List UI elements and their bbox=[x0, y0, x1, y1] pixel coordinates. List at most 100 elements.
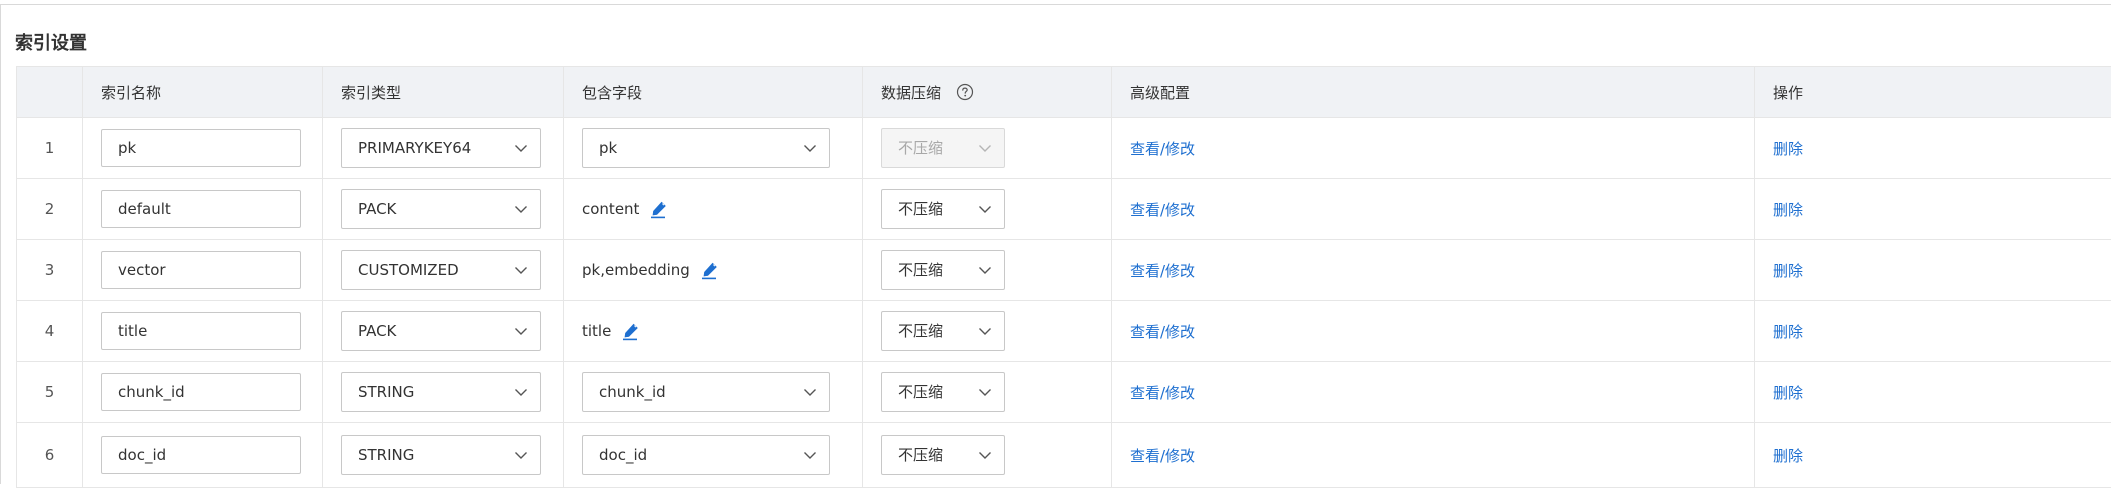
chevron-down-icon bbox=[514, 385, 528, 399]
index-type-value: PACK bbox=[358, 322, 396, 340]
compression-cell: 不压缩 bbox=[863, 118, 1112, 179]
index-type-value: STRING bbox=[358, 446, 414, 464]
index-type-cell: PACK bbox=[323, 301, 564, 362]
view-edit-link[interactable]: 查看/修改 bbox=[1130, 201, 1195, 219]
delete-link[interactable]: 删除 bbox=[1773, 384, 1803, 402]
index-name-input[interactable] bbox=[101, 129, 301, 167]
advanced-cell: 查看/修改 bbox=[1112, 118, 1755, 179]
actions-cell: 删除 bbox=[1755, 423, 2111, 488]
compression-select[interactable]: 不压缩 bbox=[881, 189, 1005, 229]
index-name-input[interactable] bbox=[101, 312, 301, 350]
fields-cell: chunk_id bbox=[564, 362, 863, 423]
actions-cell: 删除 bbox=[1755, 118, 2111, 179]
advanced-cell: 查看/修改 bbox=[1112, 423, 1755, 488]
index-type-select[interactable]: PACK bbox=[341, 311, 541, 351]
index-table: 索引名称 索引类型 包含字段 数据压缩 高级配置 操作 1 bbox=[16, 66, 2111, 488]
fields-select[interactable]: pk bbox=[582, 128, 830, 168]
index-name-cell bbox=[83, 301, 323, 362]
index-name-input[interactable] bbox=[101, 190, 301, 228]
index-type-select[interactable]: PACK bbox=[341, 189, 541, 229]
index-type-cell: CUSTOMIZED bbox=[323, 240, 564, 301]
delete-link[interactable]: 删除 bbox=[1773, 323, 1803, 341]
chevron-down-icon bbox=[514, 141, 528, 155]
chevron-down-icon bbox=[514, 263, 528, 277]
header-index-type: 索引类型 bbox=[323, 67, 564, 118]
view-edit-link[interactable]: 查看/修改 bbox=[1130, 262, 1195, 280]
index-type-select[interactable]: CUSTOMIZED bbox=[341, 250, 541, 290]
fields-value: pk bbox=[599, 139, 617, 157]
view-edit-link[interactable]: 查看/修改 bbox=[1130, 323, 1195, 341]
compression-cell: 不压缩 bbox=[863, 362, 1112, 423]
section-title: 索引设置 bbox=[15, 31, 87, 57]
advanced-cell: 查看/修改 bbox=[1112, 301, 1755, 362]
index-name-cell bbox=[83, 118, 323, 179]
header-actions: 操作 bbox=[1755, 67, 2111, 118]
delete-link[interactable]: 删除 bbox=[1773, 447, 1803, 465]
compression-value: 不压缩 bbox=[898, 322, 943, 340]
compression-cell: 不压缩 bbox=[863, 240, 1112, 301]
fields-select[interactable]: doc_id bbox=[582, 435, 830, 475]
table-header-row: 索引名称 索引类型 包含字段 数据压缩 高级配置 操作 bbox=[17, 67, 2111, 118]
header-compression: 数据压缩 bbox=[863, 67, 1112, 118]
compression-select: 不压缩 bbox=[881, 128, 1005, 168]
advanced-cell: 查看/修改 bbox=[1112, 179, 1755, 240]
chevron-down-icon bbox=[803, 385, 817, 399]
index-type-cell: STRING bbox=[323, 362, 564, 423]
chevron-down-icon bbox=[978, 202, 992, 216]
index-type-value: PRIMARYKEY64 bbox=[358, 139, 471, 157]
fields-select[interactable]: chunk_id bbox=[582, 372, 830, 412]
actions-cell: 删除 bbox=[1755, 179, 2111, 240]
index-type-select[interactable]: STRING bbox=[341, 372, 541, 412]
chevron-down-icon bbox=[514, 448, 528, 462]
view-edit-link[interactable]: 查看/修改 bbox=[1130, 140, 1195, 158]
compression-select[interactable]: 不压缩 bbox=[881, 250, 1005, 290]
fields-text: content bbox=[582, 200, 639, 218]
table-row: 6 STRING doc_id 不压缩 查看/修改 删除 bbox=[17, 423, 2111, 488]
chevron-down-icon bbox=[803, 448, 817, 462]
compression-select[interactable]: 不压缩 bbox=[881, 372, 1005, 412]
question-circle-icon[interactable] bbox=[956, 83, 974, 101]
index-name-input[interactable] bbox=[101, 373, 301, 411]
delete-link[interactable]: 删除 bbox=[1773, 140, 1803, 158]
compression-value: 不压缩 bbox=[898, 200, 943, 218]
fields-cell: content bbox=[564, 179, 863, 240]
chevron-down-icon bbox=[978, 141, 992, 155]
index-name-input[interactable] bbox=[101, 251, 301, 289]
pencil-edit-icon[interactable] bbox=[700, 260, 720, 280]
compression-cell: 不压缩 bbox=[863, 179, 1112, 240]
table-row: 4 PACK title 不压缩 查看/修改 删除 bbox=[17, 301, 2111, 362]
compression-value: 不压缩 bbox=[898, 261, 943, 279]
chevron-down-icon bbox=[978, 324, 992, 338]
index-type-cell: PRIMARYKEY64 bbox=[323, 118, 564, 179]
advanced-cell: 查看/修改 bbox=[1112, 240, 1755, 301]
header-row-number bbox=[17, 67, 83, 118]
index-settings-panel: 索引设置 索引名称 索引类型 包含字段 数据压缩 bbox=[0, 4, 2111, 484]
fields-cell: title bbox=[564, 301, 863, 362]
chevron-down-icon bbox=[978, 263, 992, 277]
fields-value: doc_id bbox=[599, 446, 647, 464]
delete-link[interactable]: 删除 bbox=[1773, 201, 1803, 219]
compression-value: 不压缩 bbox=[898, 139, 943, 157]
compression-cell: 不压缩 bbox=[863, 423, 1112, 488]
compression-select[interactable]: 不压缩 bbox=[881, 435, 1005, 475]
index-type-select[interactable]: STRING bbox=[341, 435, 541, 475]
table-row: 3 CUSTOMIZED pk,embedding 不压缩 查看/修改 删除 bbox=[17, 240, 2111, 301]
index-type-select[interactable]: PRIMARYKEY64 bbox=[341, 128, 541, 168]
index-name-input[interactable] bbox=[101, 436, 301, 474]
index-type-value: STRING bbox=[358, 383, 414, 401]
pencil-edit-icon[interactable] bbox=[621, 321, 641, 341]
fields-text: title bbox=[582, 322, 611, 340]
header-fields: 包含字段 bbox=[564, 67, 863, 118]
view-edit-link[interactable]: 查看/修改 bbox=[1130, 384, 1195, 402]
table-row: 5 STRING chunk_id 不压缩 查看/修改 删除 bbox=[17, 362, 2111, 423]
header-advanced: 高级配置 bbox=[1112, 67, 1755, 118]
row-number: 3 bbox=[17, 240, 83, 301]
pencil-edit-icon[interactable] bbox=[649, 199, 669, 219]
index-type-cell: PACK bbox=[323, 179, 564, 240]
view-edit-link[interactable]: 查看/修改 bbox=[1130, 447, 1195, 465]
index-type-cell: STRING bbox=[323, 423, 564, 488]
delete-link[interactable]: 删除 bbox=[1773, 262, 1803, 280]
compression-select[interactable]: 不压缩 bbox=[881, 311, 1005, 351]
table-row: 2 PACK content 不压缩 查看/修改 删除 bbox=[17, 179, 2111, 240]
compression-value: 不压缩 bbox=[898, 446, 943, 464]
